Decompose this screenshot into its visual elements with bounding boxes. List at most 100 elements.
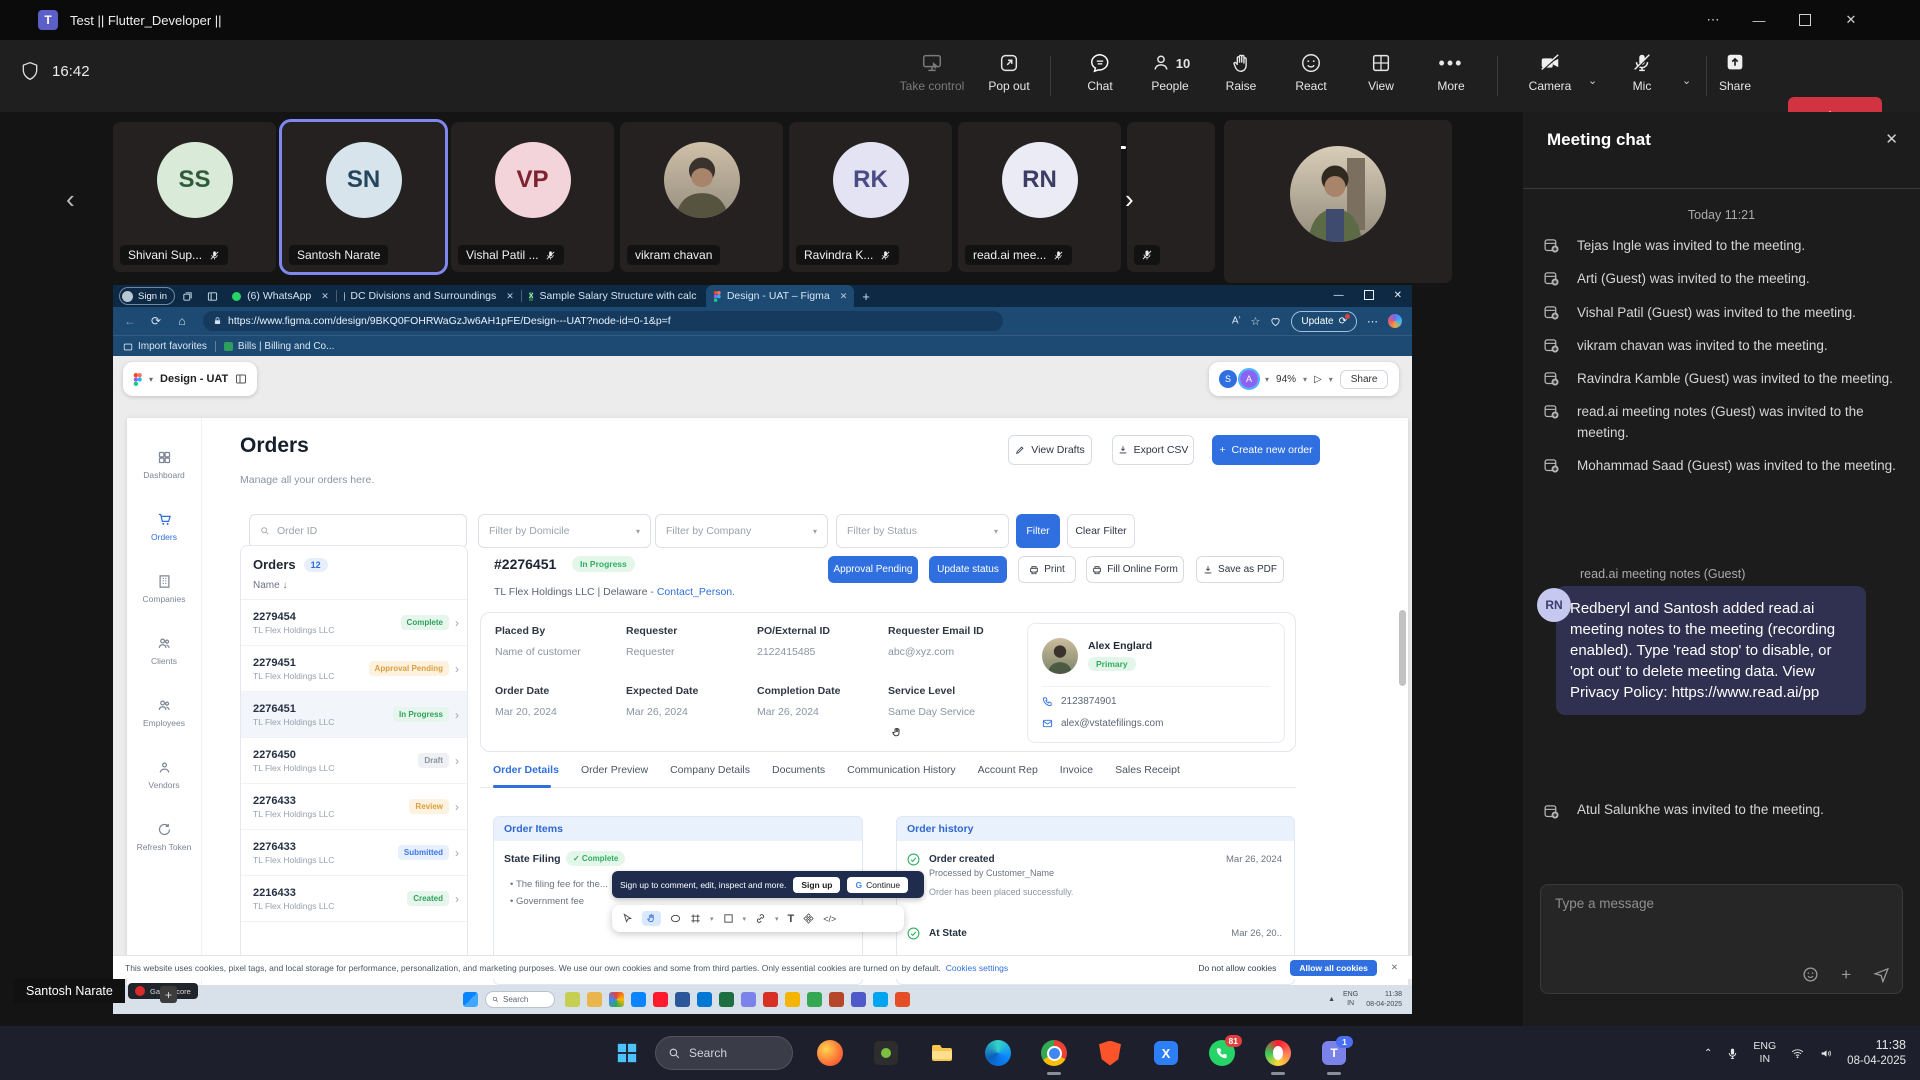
order-row[interactable]: 2279454TL Flex Holdings LLC Complete›	[241, 600, 467, 646]
message-input[interactable]	[1553, 895, 1887, 912]
link-tool-icon[interactable]	[755, 913, 766, 924]
mic-button[interactable]: Mic	[1604, 52, 1680, 93]
chevron-down-icon[interactable]: ▾	[1303, 375, 1307, 384]
opera-icon[interactable]	[653, 992, 668, 1007]
shared-search-box[interactable]: Search	[485, 991, 555, 1008]
sidebar-item-orders[interactable]: Orders	[127, 496, 202, 558]
app-icon[interactable]	[873, 992, 888, 1007]
mic-options-chevron[interactable]: ⌄	[1682, 74, 1691, 87]
order-id-search[interactable]: Order ID	[249, 514, 467, 548]
code-tool-icon[interactable]: </>	[823, 914, 836, 924]
chevron-down-icon[interactable]: ▾	[149, 375, 153, 384]
pop-out-button[interactable]: Pop out	[971, 52, 1047, 93]
emoji-icon[interactable]	[1802, 966, 1819, 983]
tab-account-rep[interactable]: Account Rep	[978, 764, 1038, 776]
update-status-button[interactable]: Update status	[929, 556, 1007, 583]
window-more-icon[interactable]: ⋯	[1690, 0, 1736, 40]
tab-order-preview[interactable]: Order Preview	[581, 764, 648, 776]
chat-input-box[interactable]: +	[1540, 884, 1903, 994]
excel-icon[interactable]	[719, 992, 734, 1007]
share-button[interactable]: Share	[1697, 52, 1773, 93]
collaborator-avatar[interactable]: A	[1240, 370, 1258, 388]
sidebar-item-dashboard[interactable]: Dashboard	[127, 434, 202, 496]
take-control-button[interactable]: Take control	[894, 52, 970, 93]
sidebar-item-clients[interactable]: Clients	[127, 620, 202, 682]
order-row[interactable]: 2216433TL Flex Holdings LLC Created›	[241, 876, 467, 922]
zoom-level[interactable]: 94%	[1276, 374, 1296, 385]
allow-cookies-button[interactable]: Allow all cookies	[1290, 960, 1377, 976]
browser-tab[interactable]: (6) WhatsApp✕	[225, 285, 336, 307]
whatsapp-icon[interactable]: 81	[1207, 1038, 1237, 1068]
frame-tool-icon[interactable]	[690, 913, 701, 924]
tab-sales-receipt[interactable]: Sales Receipt	[1115, 764, 1180, 776]
attach-plus-icon[interactable]: +	[1841, 966, 1851, 983]
deny-cookies-button[interactable]: Do not allow cookies	[1198, 963, 1276, 973]
chrome-icon[interactable]	[609, 992, 624, 1007]
browser-essentials-icon[interactable]	[1270, 316, 1281, 327]
camera-options-chevron[interactable]: ⌄	[1588, 74, 1597, 87]
tab-company-details[interactable]: Company Details	[670, 764, 750, 776]
sidebar-item-companies[interactable]: Companies	[127, 558, 202, 620]
layout-panel-icon[interactable]	[235, 373, 247, 385]
collaborator-avatar[interactable]: S	[1219, 370, 1237, 388]
app-icon[interactable]	[871, 1038, 901, 1068]
brave-icon[interactable]	[1095, 1038, 1125, 1068]
url-field[interactable]: https://www.figma.com/design/9BKQ0FOHRWa…	[203, 311, 1003, 331]
participant-tile[interactable]: RK Ravindra K...	[789, 122, 952, 272]
participant-tile-active-speaker[interactable]: SN Santosh Narate	[282, 122, 445, 272]
participant-tile[interactable]: VP Vishal Patil ...	[451, 122, 614, 272]
tab-documents[interactable]: Documents	[772, 764, 825, 776]
chat-button[interactable]: Chat	[1062, 52, 1138, 93]
order-row[interactable]: 2279451TL Flex Holdings LLC Approval Pen…	[241, 646, 467, 692]
google-continue-button[interactable]: G Continue	[847, 877, 908, 893]
shape-tool-icon[interactable]	[723, 913, 734, 924]
volume-icon[interactable]	[1819, 1047, 1833, 1060]
cookies-settings-link[interactable]: Cookies settings	[946, 963, 1008, 973]
browser-tab-active[interactable]: Design - UAT – Figma✕	[706, 285, 854, 307]
browser-minimize-icon[interactable]: —	[1334, 290, 1344, 303]
tray-chevron-icon[interactable]: ⌃	[1704, 1048, 1712, 1059]
edge-icon[interactable]	[983, 1038, 1013, 1068]
camera-button[interactable]: Camera	[1512, 52, 1588, 93]
clear-filter-button[interactable]: Clear Filter	[1067, 514, 1135, 548]
window-minimize-icon[interactable]: —	[1736, 0, 1782, 40]
approval-pending-button[interactable]: Approval Pending	[828, 556, 918, 583]
back-icon[interactable]: ←	[117, 314, 143, 328]
tab-communication-history[interactable]: Communication History	[847, 764, 956, 776]
bookmark-item[interactable]: Bills | Billing and Co...	[224, 341, 335, 352]
chat-close-icon[interactable]: ✕	[1885, 130, 1898, 148]
cursor-tool-icon[interactable]	[622, 913, 633, 924]
app-icon[interactable]	[785, 992, 800, 1007]
order-row[interactable]: 2276433TL Flex Holdings LLC Submitted›	[241, 830, 467, 876]
acrobat-icon[interactable]	[763, 992, 778, 1007]
people-button[interactable]: 10 People	[1132, 52, 1208, 93]
browser-menu-icon[interactable]: ⋯	[1367, 315, 1378, 328]
order-row[interactable]: 2276450TL Flex Holdings LLC Draft›	[241, 738, 467, 784]
collections-icon[interactable]	[182, 291, 193, 302]
tab-invoice[interactable]: Invoice	[1060, 764, 1093, 776]
comment-tool-icon[interactable]	[670, 913, 681, 924]
chevron-down-icon[interactable]: ▾	[775, 915, 779, 923]
export-csv-button[interactable]: Export CSV	[1112, 435, 1194, 465]
name-column-header[interactable]: Name ↓	[241, 578, 467, 600]
home-icon[interactable]: ⌂	[169, 314, 195, 328]
browser-profile-button[interactable]: Sign in	[119, 287, 175, 305]
chevron-down-icon[interactable]: ▾	[1265, 375, 1269, 384]
favorite-star-icon[interactable]: ☆	[1250, 315, 1260, 328]
taskbar-search[interactable]: Search	[655, 1036, 793, 1070]
chevron-down-icon[interactable]: ▾	[1329, 375, 1333, 384]
component-tool-icon[interactable]	[803, 913, 814, 924]
copilot-icon[interactable]	[1388, 314, 1402, 328]
print-button[interactable]: Print	[1018, 556, 1076, 583]
create-new-order-button[interactable]: + Create new order	[1212, 435, 1320, 465]
send-icon[interactable]	[1873, 966, 1890, 983]
wifi-icon[interactable]	[1790, 1047, 1805, 1060]
chevron-down-icon[interactable]: ▾	[743, 915, 747, 923]
new-tab-icon[interactable]: +	[862, 289, 870, 304]
window-close-icon[interactable]: ✕	[1828, 0, 1874, 40]
hand-tool-icon-active[interactable]	[642, 911, 661, 926]
contact-person-link[interactable]: Contact_Person.	[657, 586, 735, 598]
reload-icon[interactable]: ⟳	[143, 314, 169, 328]
fill-online-form-button[interactable]: Fill Online Form	[1086, 556, 1184, 583]
app-icon[interactable]	[565, 992, 580, 1007]
